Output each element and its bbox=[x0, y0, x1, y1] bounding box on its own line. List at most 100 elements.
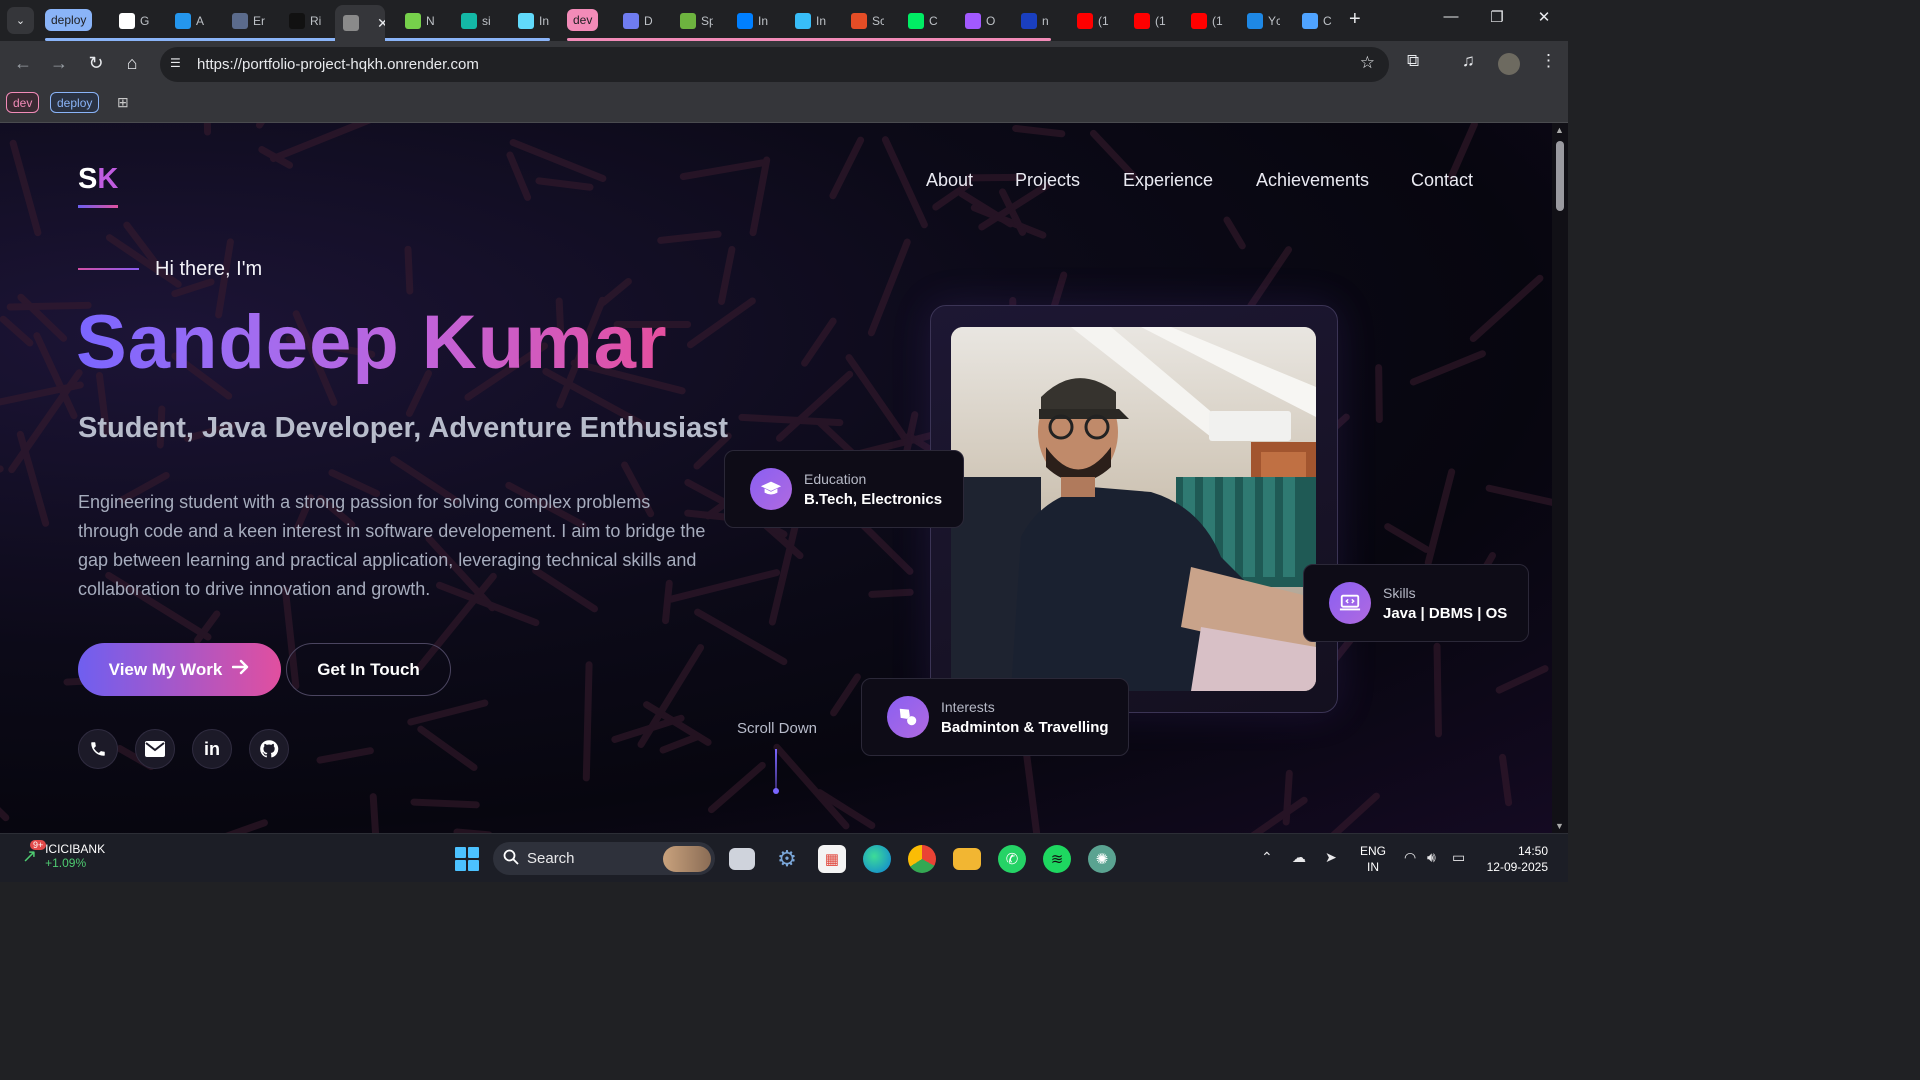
show-hidden-icons[interactable]: ⌃ bbox=[1261, 849, 1273, 866]
browser-tab[interactable]: n bbox=[1013, 8, 1059, 33]
browser-tab[interactable]: Yc bbox=[1239, 8, 1285, 33]
background-stripe bbox=[829, 136, 865, 200]
onedrive-icon[interactable]: ☁ bbox=[1292, 849, 1306, 866]
new-tab-button[interactable]: + bbox=[1349, 8, 1361, 31]
browser-tab[interactable]: O bbox=[957, 8, 1003, 33]
site-info-icon[interactable]: ☰ bbox=[170, 56, 186, 72]
chrome-icon[interactable] bbox=[908, 845, 936, 873]
background-stripe bbox=[9, 139, 42, 237]
tab-group-deploy[interactable]: deploy bbox=[45, 9, 93, 31]
nav-projects[interactable]: Projects bbox=[1015, 170, 1080, 191]
bookmark-star-icon[interactable]: ☆ bbox=[1360, 53, 1375, 73]
browser-tab[interactable]: Ri bbox=[281, 8, 327, 33]
nav-experience[interactable]: Experience bbox=[1123, 170, 1213, 191]
location-icon[interactable]: ➤ bbox=[1325, 849, 1337, 866]
page-scrollbar[interactable]: ▲ ▼ bbox=[1552, 123, 1568, 833]
minimize-icon[interactable]: — bbox=[1428, 8, 1474, 25]
browser-tab[interactable]: N bbox=[397, 8, 443, 33]
education-label: Education bbox=[804, 470, 867, 487]
notification-badge: 9+ bbox=[30, 840, 47, 850]
media-control-icon[interactable]: ♫ bbox=[1462, 51, 1475, 71]
get-in-touch-button[interactable]: Get In Touch bbox=[286, 643, 451, 696]
url-text[interactable]: https://portfolio-project-hqkh.onrender.… bbox=[197, 56, 479, 73]
browser-tab[interactable]: A bbox=[167, 8, 213, 33]
file-explorer-icon[interactable] bbox=[953, 848, 981, 870]
linkedin-icon[interactable]: in bbox=[192, 729, 232, 769]
wifi-icon[interactable]: ◠ bbox=[1404, 849, 1416, 866]
back-icon[interactable]: ← bbox=[11, 53, 35, 74]
nav-about[interactable]: About bbox=[926, 170, 973, 191]
browser-tab[interactable]: si bbox=[453, 8, 499, 33]
volume-icon[interactable]: 🔊︎ bbox=[1427, 849, 1436, 866]
browser-tab[interactable]: (1 bbox=[1126, 8, 1172, 33]
browser-tab[interactable]: Er bbox=[224, 8, 270, 33]
background-stripe bbox=[8, 369, 83, 474]
bookmark-dev[interactable]: dev bbox=[6, 92, 40, 113]
browser-tab[interactable]: In bbox=[787, 8, 833, 33]
profile-avatar[interactable] bbox=[1498, 53, 1520, 75]
browser-tab[interactable]: Sc bbox=[843, 8, 889, 33]
github-icon[interactable] bbox=[249, 729, 289, 769]
browser-tab[interactable]: (1 bbox=[1069, 8, 1115, 33]
task-view-icon[interactable] bbox=[729, 848, 755, 870]
nav-contact[interactable]: Contact bbox=[1411, 170, 1473, 191]
browser-tab[interactable]: In bbox=[729, 8, 775, 33]
browser-tab[interactable]: Sp bbox=[672, 8, 718, 33]
tab-title: In bbox=[539, 13, 550, 28]
nav-achievements[interactable]: Achievements bbox=[1256, 170, 1369, 191]
browser-tab[interactable]: Sa✕ bbox=[335, 5, 385, 41]
background-stripe bbox=[369, 793, 380, 833]
browser-tab[interactable]: G bbox=[111, 8, 157, 33]
browser-tab[interactable]: C bbox=[1294, 8, 1340, 33]
close-window-icon[interactable]: ✕ bbox=[1521, 8, 1567, 26]
interests-card: Interests Badminton & Travelling bbox=[861, 678, 1129, 756]
phone-icon[interactable] bbox=[78, 729, 118, 769]
tab-group-dev[interactable]: dev bbox=[567, 9, 599, 31]
language-indicator[interactable]: ENG IN bbox=[1360, 843, 1386, 875]
background-stripe bbox=[845, 354, 910, 443]
taskbar-search[interactable]: Search bbox=[493, 842, 715, 875]
spotify-icon[interactable]: ≋ bbox=[1043, 845, 1071, 873]
close-tab-icon[interactable]: ✕ bbox=[377, 15, 385, 32]
apps-grid-icon[interactable]: ⊞ bbox=[117, 94, 129, 111]
browser-tab[interactable]: D bbox=[615, 8, 661, 33]
background-stripe bbox=[1495, 665, 1549, 694]
scrollbar-thumb[interactable] bbox=[1556, 141, 1564, 211]
youtube-icon bbox=[1077, 12, 1093, 29]
view-my-work-button[interactable]: View My Work bbox=[78, 643, 281, 696]
render-icon bbox=[289, 12, 305, 29]
react-icon bbox=[518, 12, 534, 29]
browser-tab[interactable]: In bbox=[510, 8, 556, 33]
background-stripe bbox=[269, 123, 372, 163]
mail-icon[interactable] bbox=[135, 729, 175, 769]
browser-tab[interactable]: C bbox=[900, 8, 946, 33]
scroll-up-icon[interactable]: ▲ bbox=[1555, 125, 1564, 135]
restore-icon[interactable]: ❐ bbox=[1474, 8, 1520, 26]
background-stripe bbox=[773, 743, 850, 830]
home-icon[interactable]: ⌂ bbox=[120, 53, 144, 74]
gear-icon bbox=[623, 12, 639, 29]
background-stripe bbox=[686, 297, 756, 349]
site-logo[interactable]: SK bbox=[78, 163, 118, 196]
tab-search-button[interactable]: ⌄ bbox=[7, 7, 34, 34]
tab-title: G bbox=[140, 13, 150, 28]
battery-icon[interactable]: ▭ bbox=[1452, 849, 1465, 866]
microsoft-store-icon[interactable]: ▦ bbox=[818, 845, 846, 873]
whatsapp-icon[interactable]: ✆ bbox=[998, 845, 1026, 873]
system-clock[interactable]: 14:50 12-09-2025 bbox=[1484, 843, 1548, 875]
browser-tab[interactable]: (1 bbox=[1183, 8, 1229, 33]
bookmark-deploy[interactable]: deploy bbox=[50, 92, 100, 113]
edge-icon[interactable] bbox=[863, 845, 891, 873]
menu-dots-icon[interactable]: ⋮ bbox=[1540, 51, 1557, 71]
language-code: ENG bbox=[1360, 844, 1387, 858]
scroll-down-label[interactable]: Scroll Down bbox=[737, 720, 817, 737]
reload-icon[interactable]: ↻ bbox=[84, 53, 108, 74]
extensions-icon[interactable]: ⧉ bbox=[1407, 51, 1419, 71]
settings-icon[interactable]: ⚙ bbox=[773, 845, 801, 873]
chatgpt-icon[interactable]: ✺ bbox=[1088, 845, 1116, 873]
stock-widget[interactable]: ↗ 9+ ICICIBANK +1.09% bbox=[22, 840, 105, 870]
windows-start-icon[interactable] bbox=[455, 847, 479, 871]
scroll-down-icon[interactable]: ▼ bbox=[1555, 821, 1564, 831]
address-bar[interactable]: ☰ https://portfolio-project-hqkh.onrende… bbox=[160, 47, 1389, 82]
forward-icon[interactable]: → bbox=[47, 53, 71, 74]
